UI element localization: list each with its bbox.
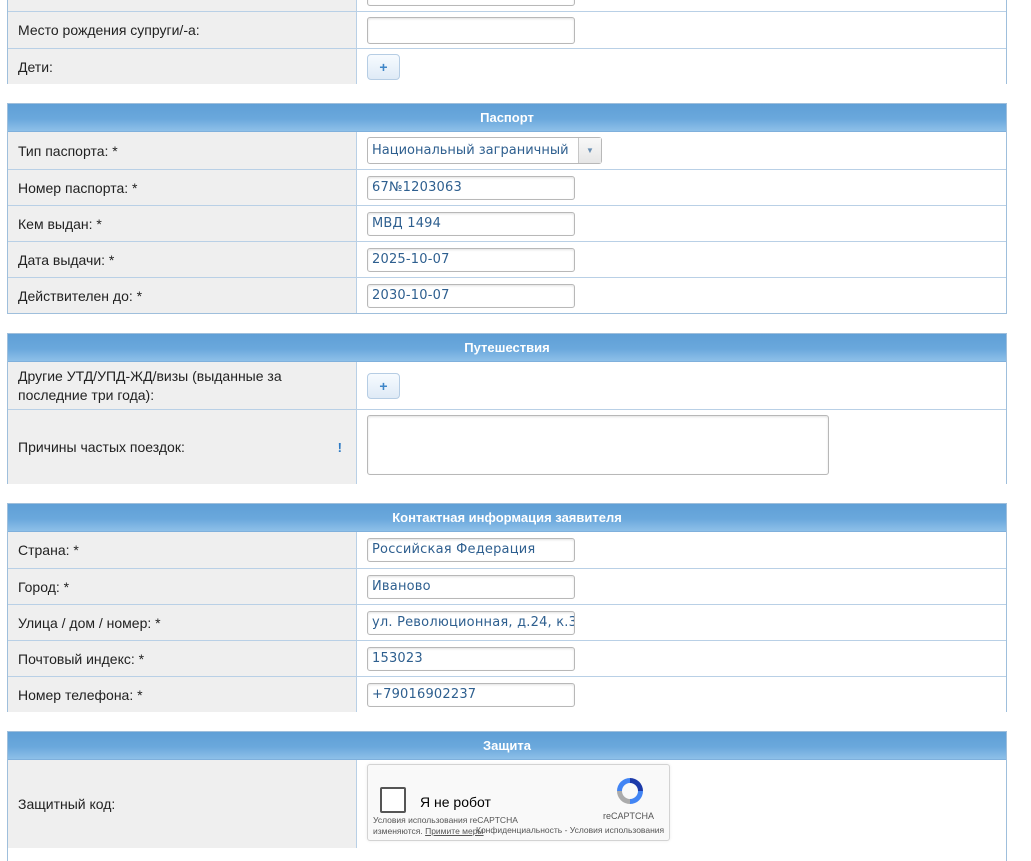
value-cell	[357, 410, 1006, 484]
section-title-passport: Паспорт	[8, 104, 1006, 132]
recaptcha-checkbox[interactable]	[380, 787, 406, 813]
recaptcha-terms-link[interactable]: Примите меры	[425, 826, 483, 836]
recaptcha-widget: Я не робот reCAPTCHA Условия использован…	[367, 764, 670, 841]
recaptcha-logo-icon	[617, 778, 643, 804]
security-code-row: Защитный код: Я не робот reCAPTCHA Услов…	[8, 760, 1006, 848]
partial-input[interactable]	[367, 0, 575, 6]
zip-row: Почтовый индекс: * 153023	[8, 640, 1006, 676]
passport-issue-date-input[interactable]: 2025-10-07	[367, 247, 575, 272]
value-cell: МВД 1494	[357, 206, 1006, 241]
section-title-travel: Путешествия	[8, 334, 1006, 362]
passport-valid-until-row: Действителен до: * 2030-10-07	[8, 277, 1006, 313]
travel-reasons-label-cell: Причины частых поездок: !	[8, 410, 357, 484]
recaptcha-privacy-link[interactable]: Конфиденциальность - Условия использован…	[476, 825, 664, 835]
contact-section: Контактная информация заявителя Страна: …	[7, 503, 1007, 712]
add-child-button[interactable]: +	[367, 53, 400, 80]
spouse-section: Место рождения супруги/-а: Дети: +	[7, 0, 1007, 84]
travel-section: Путешествия Другие УТД/УПД-ЖД/визы (выда…	[7, 333, 1007, 484]
passport-issue-date-label: Дата выдачи: *	[8, 242, 357, 277]
security-code-label: Защитный код:	[8, 760, 357, 848]
passport-number-label: Номер паспорта: *	[8, 170, 357, 205]
street-input[interactable]: ул. Революционная, д.24, к.3	[367, 610, 575, 635]
city-input[interactable]: Иваново	[367, 574, 575, 599]
city-label: Город: *	[8, 569, 357, 604]
passport-issuer-input[interactable]: МВД 1494	[367, 211, 575, 236]
zip-input[interactable]: 153023	[367, 646, 575, 671]
city-row: Город: * Иваново	[8, 568, 1006, 604]
spouse-birthplace-input[interactable]	[367, 16, 575, 44]
security-section: Защита Защитный код: Я не робот reCAPTCH…	[7, 731, 1007, 861]
spouse-birthplace-row: Место рождения супруги/-а:	[8, 11, 1006, 48]
children-row: Дети: +	[8, 48, 1006, 84]
passport-number-row: Номер паспорта: * 67№1203063	[8, 169, 1006, 205]
passport-issuer-label: Кем выдан: *	[8, 206, 357, 241]
country-row: Страна: * Российская Федерация	[8, 532, 1006, 568]
travel-reasons-label: Причины частых поездок:	[18, 439, 185, 455]
country-label: Страна: *	[8, 532, 357, 568]
travel-reasons-textarea[interactable]	[367, 415, 829, 475]
value-cell: +	[357, 362, 1006, 409]
phone-label: Номер телефона: *	[8, 677, 357, 712]
travel-reasons-row: Причины частых поездок: !	[8, 409, 1006, 484]
value-cell: 153023	[357, 641, 1006, 676]
other-visas-label: Другие УТД/УПД-ЖД/визы (выданные за посл…	[8, 362, 357, 409]
value-cell: ул. Революционная, д.24, к.3	[357, 605, 1006, 640]
passport-issue-date-row: Дата выдачи: * 2025-10-07	[8, 241, 1006, 277]
passport-type-label: Тип паспорта: *	[8, 132, 357, 169]
recaptcha-label: Я не робот	[420, 794, 491, 810]
zip-label: Почтовый индекс: *	[8, 641, 357, 676]
section-title-security: Защита	[8, 732, 1006, 760]
children-label: Дети:	[8, 49, 357, 84]
chevron-down-icon[interactable]: ▼	[578, 138, 601, 163]
passport-type-value: Национальный заграничный	[372, 143, 569, 158]
add-visa-button[interactable]: +	[367, 372, 400, 399]
section-title-contact: Контактная информация заявителя	[8, 504, 1006, 532]
value-cell: 2025-10-07	[357, 242, 1006, 277]
other-visas-row: Другие УТД/УПД-ЖД/визы (выданные за посл…	[8, 362, 1006, 409]
info-icon[interactable]: !	[338, 440, 342, 455]
country-input[interactable]: Российская Федерация	[367, 538, 575, 562]
value-cell: Иваново	[357, 569, 1006, 604]
value-cell	[357, 12, 1006, 48]
spouse-birthplace-label: Место рождения супруги/-а:	[8, 12, 357, 48]
form-row-partial	[8, 0, 1006, 11]
value-cell: Я не робот reCAPTCHA Условия использован…	[357, 760, 1006, 848]
phone-row: Номер телефона: * +79016902237	[8, 676, 1006, 712]
value-cell: 67№1203063	[357, 170, 1006, 205]
value-cell: +79016902237	[357, 677, 1006, 712]
value-cell	[357, 0, 1006, 11]
passport-section: Паспорт Тип паспорта: * Национальный заг…	[7, 103, 1007, 314]
label-cell	[8, 0, 357, 11]
passport-type-row: Тип паспорта: * Национальный заграничный…	[8, 132, 1006, 169]
recaptcha-brand: reCAPTCHA	[603, 811, 655, 821]
street-row: Улица / дом / номер: * ул. Революционная…	[8, 604, 1006, 640]
value-cell: Национальный заграничный ▼	[357, 132, 1006, 169]
value-cell: +	[357, 49, 1006, 84]
passport-type-select[interactable]: Национальный заграничный ▼	[367, 137, 602, 164]
value-cell: 2030-10-07	[357, 278, 1006, 313]
phone-input[interactable]: +79016902237	[367, 682, 575, 707]
street-label: Улица / дом / номер: *	[8, 605, 357, 640]
passport-valid-until-input[interactable]: 2030-10-07	[367, 283, 575, 308]
passport-number-input[interactable]: 67№1203063	[367, 175, 575, 200]
value-cell: Российская Федерация	[357, 532, 1006, 568]
passport-valid-until-label: Действителен до: *	[8, 278, 357, 313]
passport-issuer-row: Кем выдан: * МВД 1494	[8, 205, 1006, 241]
